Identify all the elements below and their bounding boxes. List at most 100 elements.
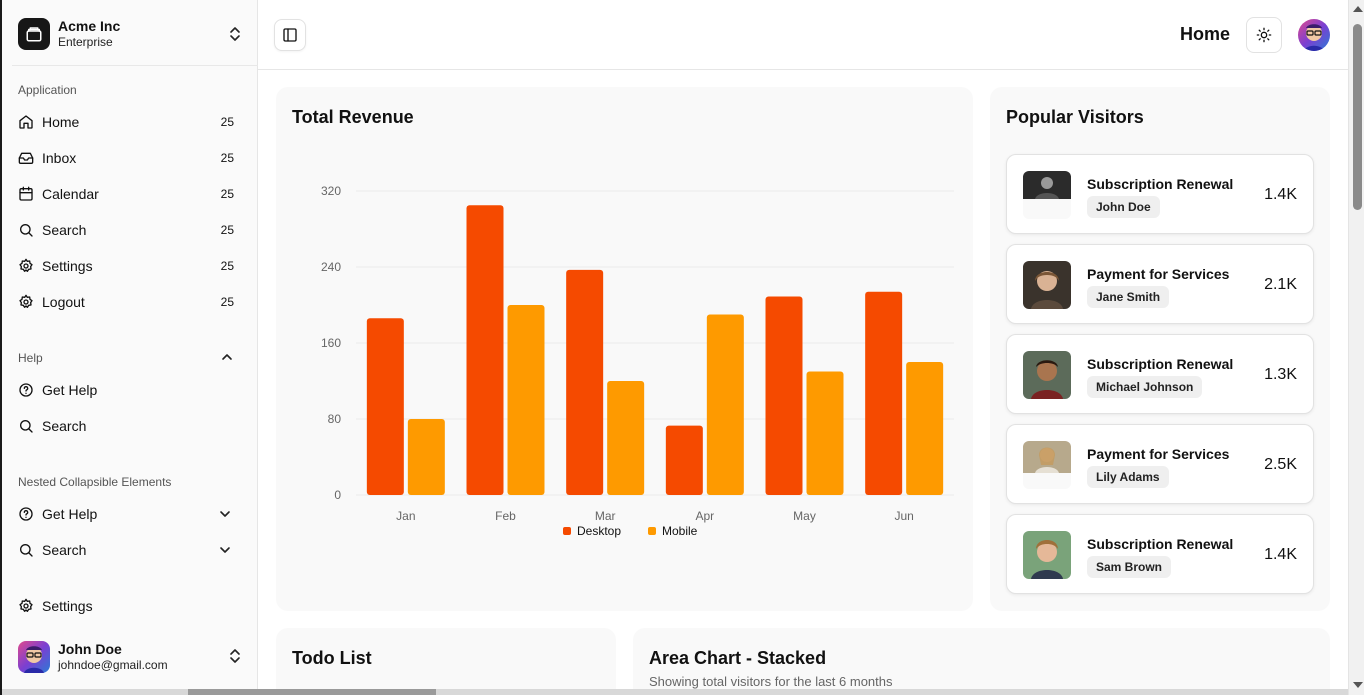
horizontal-scrollbar-thumb[interactable] (188, 689, 436, 695)
visitor-name-badge: Jane Smith (1087, 286, 1170, 308)
visitor-item[interactable]: Payment for Services Lily Adams 2.5K (1006, 424, 1314, 504)
legend-swatch (648, 527, 656, 535)
popular-visitors-card: Popular Visitors Subscription Renewal Jo… (990, 87, 1330, 611)
gear-icon (18, 598, 34, 614)
visitor-item[interactable]: Payment for Services Jane Smith 2.1K (1006, 244, 1314, 324)
sidebar-item-footer-settings[interactable]: Settings (18, 590, 238, 622)
visitor-item[interactable]: Subscription Renewal Sam Brown 1.4K (1006, 514, 1314, 594)
sidebar-item-nested-get-help[interactable]: Get Help (18, 498, 238, 530)
visitor-title: Payment for Services (1087, 266, 1230, 282)
area-chart-subtitle: Showing total visitors for the last 6 mo… (649, 674, 893, 689)
inbox-icon (18, 150, 34, 166)
sidebar-item-nested-search[interactable]: Search (18, 534, 238, 566)
x-tick-label: Mar (595, 509, 616, 523)
scroll-down-arrow-icon[interactable] (1353, 682, 1363, 688)
sidebar-item-count: 25 (220, 115, 234, 129)
visitor-name-badge: Lily Adams (1087, 466, 1169, 488)
visitor-photo (1023, 171, 1071, 219)
search-icon (18, 542, 34, 558)
y-tick-label: 80 (328, 412, 342, 426)
sidebar-item-label: Settings (42, 598, 93, 614)
visitor-title: Subscription Renewal (1087, 536, 1234, 552)
panel-left-icon (282, 27, 298, 43)
sidebar-item-count: 25 (220, 223, 234, 237)
bar-mobile (507, 305, 545, 495)
app-window: Acme Inc Enterprise Application Home 25 … (0, 0, 1364, 695)
group-label-application: Application (18, 83, 77, 97)
revenue-card: Total Revenue 0 80 160 240 320 Jan Feb Mar Apr Ma… (276, 87, 973, 611)
visitor-photo (1023, 261, 1071, 309)
sidebar-item-help-search[interactable]: Search (18, 410, 238, 442)
todo-title: Todo List (292, 648, 372, 668)
group-label-nested: Nested Collapsible Elements (18, 475, 172, 489)
bar-desktop (366, 318, 404, 495)
vertical-scrollbar[interactable] (1348, 0, 1364, 695)
sidebar-item-label: Settings (42, 258, 93, 274)
visitor-value: 1.4K (1264, 546, 1297, 563)
sidebar-item-label: Get Help (42, 382, 98, 398)
avatar (18, 641, 50, 673)
visitor-value: 2.5K (1264, 456, 1297, 473)
sidebar-item-count: 25 (220, 151, 234, 165)
visitor-photo (1023, 351, 1071, 399)
calendar-icon (18, 186, 34, 202)
visitor-photo (1023, 531, 1071, 579)
bar-mobile (806, 371, 844, 495)
revenue-title: Total Revenue (292, 107, 414, 127)
scrollbar-thumb[interactable] (1353, 24, 1362, 210)
sidebar-item-label: Search (42, 418, 87, 434)
help-circle-icon (18, 506, 34, 522)
sidebar-item-inbox[interactable]: Inbox 25 (18, 142, 238, 174)
sidebar-item-get-help[interactable]: Get Help (18, 374, 238, 406)
area-chart-card: Area Chart - Stacked Showing total visit… (633, 628, 1330, 695)
sidebar-item-settings[interactable]: Settings 25 (18, 250, 238, 282)
visitor-name-badge: John Doe (1087, 196, 1160, 218)
x-tick-label: Apr (695, 509, 714, 523)
gear-icon (18, 258, 34, 274)
visitor-value: 2.1K (1264, 276, 1297, 293)
group-label-help[interactable]: Help (18, 351, 43, 365)
sidebar-item-count: 25 (220, 295, 234, 309)
sidebar-toggle-button[interactable] (274, 19, 306, 51)
visitor-name-badge: Sam Brown (1087, 556, 1172, 578)
user-menu[interactable]: John Doe johndoe@gmail.com (18, 638, 246, 676)
visitor-title: Subscription Renewal (1087, 356, 1234, 372)
visitor-item[interactable]: Subscription Renewal Michael Johnson 1.3… (1006, 334, 1314, 414)
sidebar-item-home[interactable]: Home 25 (18, 106, 238, 138)
bar-desktop (566, 269, 604, 495)
profile-avatar[interactable] (1298, 19, 1330, 51)
sidebar-item-search[interactable]: Search 25 (18, 214, 238, 246)
sidebar-item-logout[interactable]: Logout 25 (18, 286, 238, 318)
team-switcher[interactable]: Acme Inc Enterprise (18, 16, 246, 52)
visitor-item[interactable]: Subscription Renewal John Doe 1.4K (1006, 154, 1314, 234)
page-title: Home (1180, 24, 1231, 44)
x-tick-label: Feb (495, 509, 516, 523)
user-email: johndoe@gmail.com (58, 658, 168, 673)
theme-toggle-button[interactable] (1246, 17, 1282, 53)
sidebar-item-label: Search (42, 542, 87, 558)
area-chart-title: Area Chart - Stacked (649, 648, 827, 668)
search-icon (18, 418, 34, 434)
x-tick-label: May (793, 509, 816, 523)
sidebar-divider (12, 65, 258, 66)
sidebar-item-count: 25 (220, 259, 234, 273)
sidebar-item-label: Calendar (42, 186, 99, 202)
sun-icon (1256, 27, 1272, 43)
sidebar-item-calendar[interactable]: Calendar 25 (18, 178, 238, 210)
x-tick-label: Jun (894, 509, 913, 523)
scroll-up-arrow-icon[interactable] (1353, 6, 1363, 12)
visitor-photo (1023, 441, 1071, 489)
logout-icon (18, 294, 34, 310)
chevron-up-icon[interactable] (221, 351, 233, 363)
bar-mobile (607, 381, 645, 495)
visitors-title: Popular Visitors (1006, 107, 1144, 127)
chevron-down-icon (218, 507, 232, 521)
revenue-bar-chart: 0 80 160 240 320 Jan Feb Mar Apr May Jun Desktop Mob… (321, 184, 954, 538)
visitor-name-badge: Michael Johnson (1087, 376, 1203, 398)
y-tick-label: 0 (334, 488, 341, 502)
visitor-title: Payment for Services (1087, 446, 1230, 462)
sidebar-item-label: Get Help (42, 506, 98, 522)
legend-swatch (563, 527, 571, 535)
y-tick-label: 160 (321, 336, 341, 350)
sidebar-item-label: Search (42, 222, 87, 238)
